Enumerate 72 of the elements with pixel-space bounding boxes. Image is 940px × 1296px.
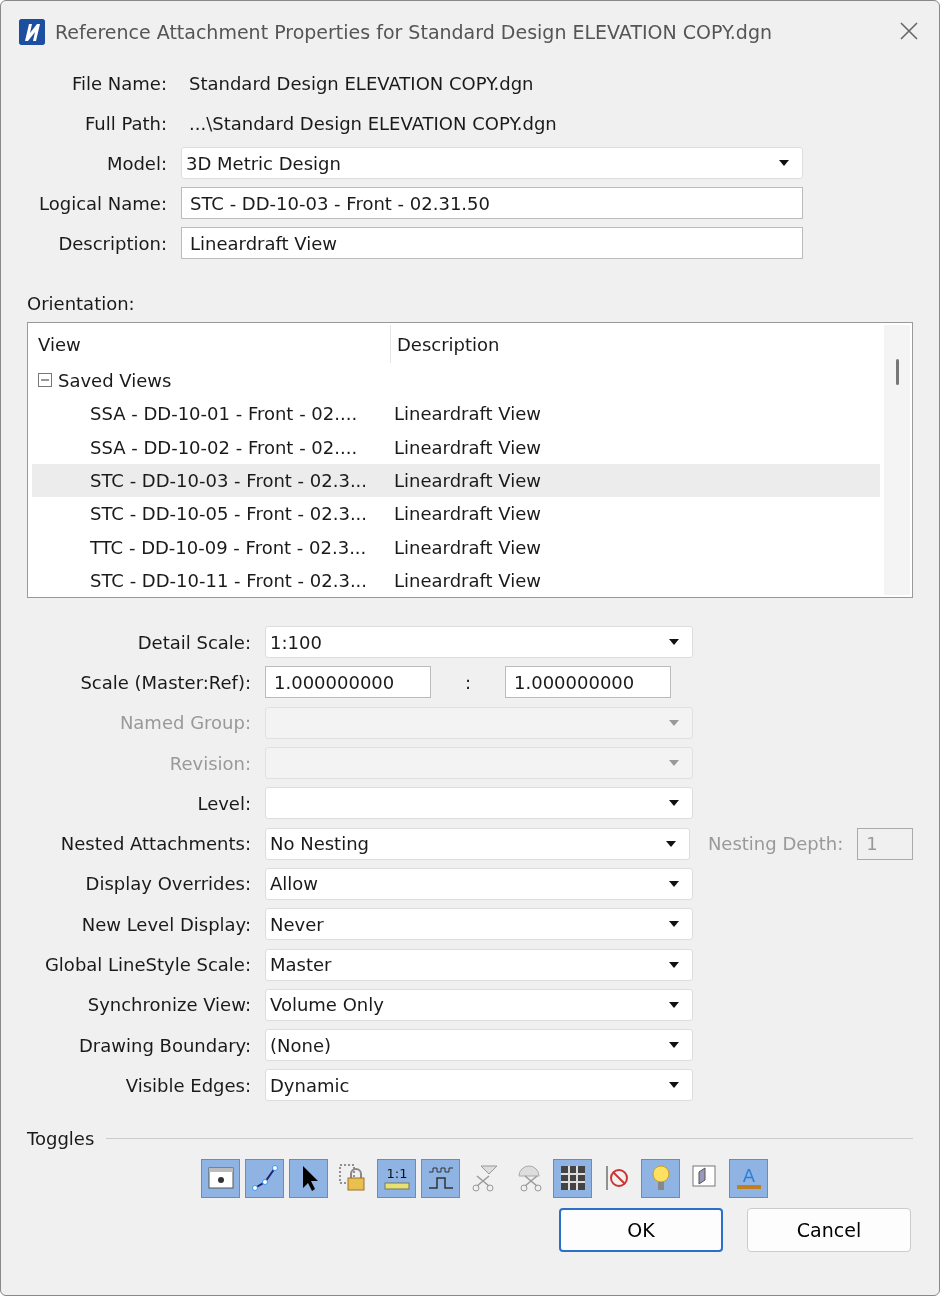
input-field[interactable]: 1.000000000	[265, 666, 431, 699]
section-label: Orientation:	[27, 293, 136, 314]
field-label: Named Group:	[118, 712, 251, 734]
field-label: Display Overrides:	[84, 873, 251, 895]
caret-icon	[668, 920, 680, 929]
section-label: Toggles	[27, 1127, 95, 1149]
dropdown-field[interactable]: Dynamic	[265, 1069, 693, 1102]
caret-icon	[668, 1000, 680, 1009]
caret-icon	[668, 1041, 680, 1050]
field-label: Description:	[57, 232, 167, 254]
dropdown-field[interactable]: 3D Metric Design	[181, 147, 803, 179]
dialog-button[interactable]: Cancel	[747, 1207, 911, 1252]
field-label: Synchronize View:	[86, 994, 251, 1016]
list-row[interactable]: STC - DD-10-05 - Front - 02.3... Lineardraft View	[32, 497, 880, 531]
field-label: Detail Scale:	[136, 631, 251, 653]
field-label: Nesting Depth:	[707, 833, 844, 855]
caret-icon	[668, 759, 680, 768]
caret-icon	[668, 1081, 680, 1090]
toggle-button[interactable]	[245, 1158, 284, 1198]
list-row[interactable]: SSA - DD-10-02 - Front - 02.... Lineardraft View	[32, 430, 880, 464]
caret-icon	[668, 799, 680, 808]
column-header[interactable]: Description	[390, 325, 880, 363]
field-label: Level:	[196, 792, 251, 814]
field-label: Model:	[105, 152, 167, 174]
field-label: Logical Name:	[38, 192, 167, 214]
input-field[interactable]: STC - DD-10-03 - Front - 02.31.50	[181, 187, 803, 219]
list-row[interactable]: TTC - DD-10-09 - Front - 02.3... Lineardraft View	[32, 530, 880, 564]
dropdown-field[interactable]: 1:100	[265, 626, 693, 659]
field-label: Global LineStyle Scale:	[43, 954, 251, 975]
dropdown-field[interactable]: Volume Only	[265, 988, 693, 1021]
caret-icon	[778, 159, 790, 167]
toggle-button[interactable]	[201, 1158, 240, 1198]
list-row[interactable]: SSA - DD-10-01 - Front - 02.... Lineardraft View	[32, 397, 880, 431]
field-label: Scale (Master:Ref):	[79, 671, 251, 693]
dropdown-field[interactable]	[265, 706, 693, 739]
tree-group-label: Saved Views	[58, 369, 172, 391]
toggle-button[interactable]	[553, 1158, 592, 1198]
dropdown-field[interactable]	[265, 787, 693, 820]
caret-icon	[668, 718, 680, 727]
dropdown-field[interactable]: Allow	[265, 867, 693, 900]
column-header[interactable]: View	[32, 325, 390, 363]
dialog-button[interactable]: OK	[559, 1207, 723, 1252]
field-value: ...\Standard Design ELEVATION COPY.dgn	[188, 112, 558, 134]
dropdown-field[interactable]: Never	[265, 908, 693, 941]
toggle-button[interactable]	[421, 1158, 460, 1198]
caret-icon	[668, 879, 680, 888]
field-label: Revision:	[168, 752, 251, 774]
field-label: Visible Edges:	[124, 1074, 251, 1096]
field-label: New Level Display:	[80, 913, 251, 935]
caret-icon	[668, 638, 680, 647]
input-field[interactable]: 1.000000000	[505, 666, 671, 699]
field-value: Standard Design ELEVATION COPY.dgn	[188, 72, 535, 94]
toggle-button[interactable]	[641, 1158, 680, 1198]
list-row[interactable]: STC - DD-10-03 - Front - 02.3... Lineardraft View	[32, 463, 880, 498]
separator-label: :	[463, 671, 473, 693]
field-label: Drawing Boundary:	[78, 1034, 251, 1056]
scrollbar[interactable]	[884, 325, 910, 595]
field-label: File Name:	[71, 72, 167, 94]
toggle-button[interactable]	[289, 1158, 328, 1198]
field-label: Nested Attachments:	[59, 833, 251, 855]
collapse-icon[interactable]	[38, 373, 52, 387]
list-row[interactable]: STC - DD-10-11 - Front - 02.3... Lineardraft View	[32, 563, 880, 598]
dropdown-field[interactable]: Master	[265, 948, 693, 981]
window-title: Reference Attachment Properties for Standard Design ELEVATION COPY.dgn	[55, 21, 774, 43]
app-logo-icon	[19, 19, 45, 45]
dropdown-field[interactable]: (None)	[265, 1029, 693, 1062]
caret-icon	[664, 839, 677, 848]
caret-icon	[668, 960, 680, 969]
dropdown-field[interactable]: No Nesting	[265, 827, 690, 860]
dropdown-field[interactable]	[265, 747, 693, 780]
field-label: Full Path:	[83, 112, 167, 134]
input-field[interactable]: Lineardraft View	[181, 227, 803, 259]
